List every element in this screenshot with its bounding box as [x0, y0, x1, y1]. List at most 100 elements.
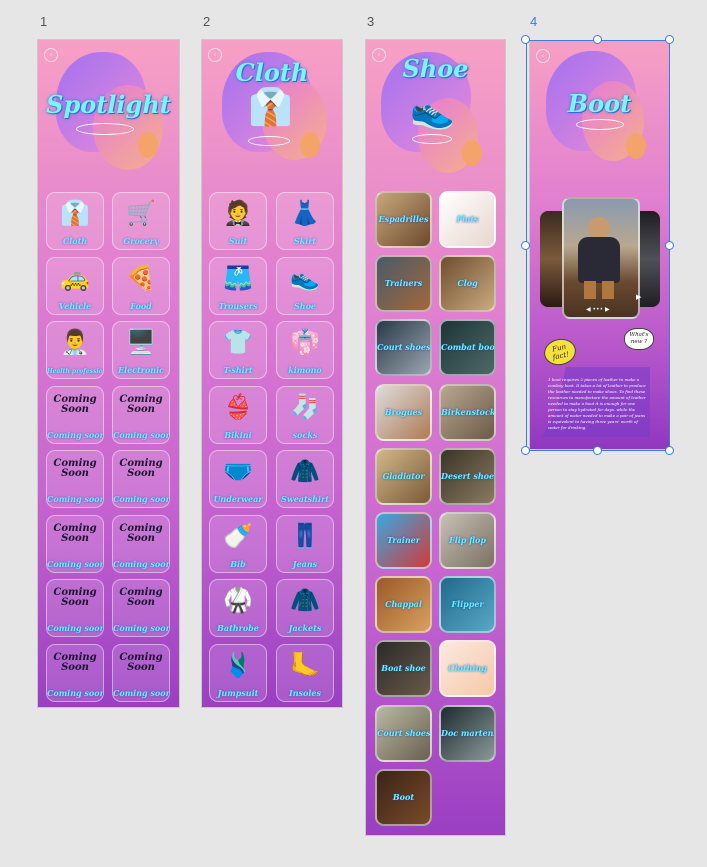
tile-label: Trainers — [384, 278, 423, 289]
shoe-tile[interactable]: Birkenstock — [439, 383, 496, 441]
category-tile[interactable]: 🍕 Food — [112, 256, 170, 315]
category-tile[interactable]: Coming Soon Coming soon — [112, 385, 170, 444]
tile-label: Trainer — [387, 535, 420, 545]
resize-handle-top-right[interactable] — [665, 35, 674, 44]
tile-label: Trousers — [218, 300, 258, 311]
tile-label: Combat boots — [441, 342, 495, 353]
category-tile[interactable]: 👔 Cloth — [46, 192, 104, 250]
kimono-icon: 👘 — [290, 328, 320, 356]
coming-soon-caption: Coming Soon — [53, 393, 97, 415]
coming-soon-caption: Coming Soon — [53, 651, 97, 673]
cloth-tile[interactable]: 🩳 Trousers — [209, 256, 267, 315]
cloth-tile[interactable]: 👘 kimono — [276, 321, 334, 379]
cloth-tile[interactable]: 👕 T-shirt — [209, 321, 267, 379]
resize-handle-top-left[interactable] — [521, 35, 530, 44]
shoe-tile[interactable]: Court shoes — [375, 319, 432, 377]
shoe-tile[interactable]: Trainer — [375, 512, 432, 569]
category-tile[interactable]: Coming Soon Coming soon — [112, 579, 170, 637]
shoe-tile[interactable]: Flip flop — [439, 512, 496, 569]
insoles-icon: 🦶 — [290, 650, 320, 679]
shoe-tile[interactable]: Trainers — [375, 255, 432, 313]
shoe-tile[interactable]: Boat shoe — [375, 640, 432, 698]
cloth-tile[interactable]: 🧥 Jackets — [276, 579, 334, 637]
tile-label: Grocery — [123, 236, 159, 246]
category-tile[interactable]: Coming Soon Coming soon — [46, 450, 104, 508]
tile-label: Boot — [392, 791, 415, 802]
category-tile[interactable]: 👨‍⚕️ Health professionals — [46, 321, 104, 379]
cloth-tile[interactable]: 👙 Bikini — [209, 385, 267, 444]
cloth-tile[interactable]: 🦶 Insoles — [276, 643, 334, 702]
resize-handle-right[interactable] — [665, 241, 674, 250]
resize-handle-top[interactable] — [593, 35, 602, 44]
cloth-tile[interactable]: 👗 Skirt — [276, 192, 334, 250]
tile-label: Flipper — [451, 599, 484, 610]
coming-soon-caption: Coming Soon — [119, 522, 163, 544]
category-tile[interactable]: Coming Soon Coming soon — [46, 514, 104, 573]
shoe-tile[interactable]: Clog — [439, 255, 496, 313]
halo-ring — [76, 123, 134, 135]
cloth-tile[interactable]: 🥋 Bathrobe — [209, 579, 267, 637]
shoe-tile[interactable]: Chappal — [375, 576, 432, 634]
screen-number-1[interactable]: 1 — [40, 14, 47, 29]
cloth-tile[interactable]: 🩱 Jumpsuit — [209, 643, 267, 702]
coming-soon-caption: Coming Soon — [119, 393, 163, 415]
cloth-tile[interactable]: 🧦 socks — [276, 385, 334, 444]
tile-label: Coming soon — [47, 687, 104, 698]
shoe-tile[interactable]: Clothing — [439, 640, 496, 698]
tile-label: Coming soon — [113, 558, 170, 569]
shoe-tile[interactable]: Espadrilles — [375, 191, 432, 248]
category-tile[interactable]: Coming Soon Coming soon — [46, 579, 104, 637]
screen-number-2[interactable]: 2 — [203, 14, 210, 29]
tile-label: Underwear — [213, 494, 263, 504]
cloth-tile[interactable]: 🍼 Bib — [209, 514, 267, 573]
underwear-icon: 🩲 — [223, 457, 253, 485]
cloth-tile[interactable]: 🧥 Sweatshirt — [276, 450, 334, 508]
tile-label: T-shirt — [223, 365, 253, 375]
coming-soon-caption: Coming Soon — [119, 458, 163, 479]
bathrobe-icon: 🥋 — [223, 586, 253, 614]
category-tile[interactable]: Coming Soon Coming soon — [112, 450, 170, 508]
shoe-tile[interactable]: Doc martens — [439, 704, 496, 762]
screen-number-3[interactable]: 3 — [367, 14, 374, 29]
category-tile[interactable]: 🖥️ Electronic — [112, 321, 170, 379]
artboard-cloth[interactable]: ‹ Cloth 👔 🤵 Suit 👗 Skirt 🩳 Trousers 👟 Shoe 👕 T-sh… — [202, 40, 342, 707]
category-tile[interactable]: 🚕 Vehicle — [46, 256, 104, 315]
shoe-tile[interactable]: Boot — [375, 768, 432, 826]
back-icon[interactable]: ‹ — [44, 48, 58, 62]
shoe-tile[interactable]: Court shoes — [375, 704, 432, 762]
category-tile[interactable]: Coming Soon Coming soon — [112, 514, 170, 573]
tile-label: Doc martens — [441, 727, 496, 738]
category-tile[interactable]: Coming Soon Coming soon — [46, 385, 104, 444]
screen-number-4[interactable]: 4 — [530, 14, 537, 29]
tile-label: Court shoes — [377, 342, 431, 353]
tile-label: Food — [130, 300, 152, 311]
resize-handle-bottom-right[interactable] — [665, 446, 674, 455]
shoe-tile[interactable]: Desert shoe — [439, 447, 496, 505]
tile-label: Electronic — [117, 365, 165, 375]
resize-handle-bottom[interactable] — [593, 446, 602, 455]
cloth-tile[interactable]: 👖 Jeans — [276, 514, 334, 573]
resize-handle-bottom-left[interactable] — [521, 446, 530, 455]
sneaker-icon: 👟 — [410, 91, 455, 132]
artboard-shoe[interactable]: ‹ Shoe 👟 Espadrilles Flats Trainers Clog Cou… — [366, 40, 505, 835]
resize-handle-left[interactable] — [521, 241, 530, 250]
shoe-tile[interactable]: Flats — [439, 191, 496, 248]
cloth-tile[interactable]: 👟 Shoe — [276, 256, 334, 315]
tile-label: Coming soon — [113, 687, 170, 698]
artboard-spotlight[interactable]: ‹ Spotlight 👔 Cloth 🛒 Grocery 🚕 Vehicle 🍕 Food 👨… — [38, 40, 179, 707]
tile-label: socks — [292, 429, 318, 440]
halo-ring — [248, 136, 290, 146]
tile-label: Flats — [456, 214, 479, 224]
category-tile[interactable]: Coming Soon Coming soon — [112, 643, 170, 702]
shoe-tile[interactable]: Flipper — [439, 576, 496, 634]
category-tile[interactable]: 🛒 Grocery — [112, 192, 170, 250]
sweatshirt-icon: 🧥 — [290, 457, 320, 485]
shoe-tile[interactable]: Gladiator — [375, 447, 432, 505]
tile-label: Cloth — [62, 236, 88, 246]
shoe-tile[interactable]: Combat boots — [439, 319, 496, 377]
cloth-tile[interactable]: 🩲 Underwear — [209, 450, 267, 508]
category-tile[interactable]: Coming Soon Coming soon — [46, 643, 104, 702]
cloth-tile[interactable]: 🤵 Suit — [209, 192, 267, 250]
shoe-tile[interactable]: Brogues — [375, 383, 432, 441]
clothes-rack-icon: 👔 — [248, 87, 293, 128]
